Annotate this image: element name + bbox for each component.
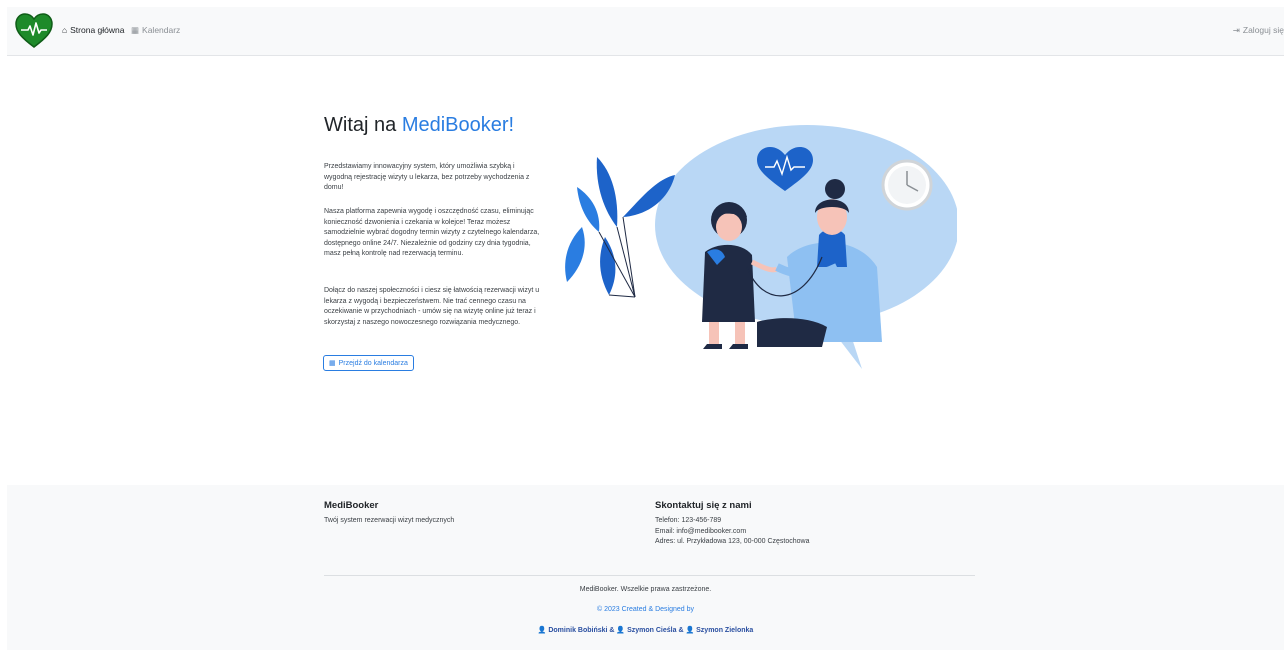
footer-rights: MediBooker. Wszelkie prawa zastrzeżone. (579, 586, 712, 593)
hero-paragraph-3: Dołącz do naszej społeczności i ciesz si… (324, 287, 540, 326)
footer-brand-column: MediBooker Twój system rezerwacji wizyt … (324, 500, 454, 527)
heart-pulse-logo-icon[interactable] (14, 11, 54, 51)
footer: MediBooker Twój system rezerwacji wizyt … (7, 485, 1284, 650)
nav-login-label: Zaloguj się (1242, 25, 1284, 35)
footer-contact-title: Skontaktuj się z nami (655, 500, 752, 511)
doctor-patient-illustration (565, 125, 957, 369)
person-icon: 👤 (685, 627, 695, 634)
nav-home-label: Strona główna (70, 25, 125, 35)
footer-tagline: Twój system rezerwacji wizyt medycznych (324, 517, 455, 524)
go-to-calendar-label: Przejdź do kalendarza (338, 359, 408, 367)
person-icon: 👤 (616, 627, 626, 634)
author-link-3[interactable]: Szymon Zielonka (696, 627, 753, 634)
hero-paragraph-2: Nasza platforma zapewnia wygodę i oszczę… (324, 208, 540, 257)
footer-phone: Telefon: 123-456-789 (655, 517, 722, 524)
author-link-2[interactable]: Szymon Cieśla (627, 627, 676, 634)
navbar: ⌂ Strona główna ▦ Kalendarz ⇥ Zaloguj si… (7, 7, 1284, 56)
nav-calendar-label: Kalendarz (142, 25, 181, 35)
footer-credit: © 2023 Created & Designed by (597, 606, 694, 613)
hero-paragraph-1: Przedstawiamy innowacyjny system, który … (324, 163, 530, 191)
nav-login-link[interactable]: ⇥ Zaloguj się (1233, 25, 1284, 35)
nav-calendar-link[interactable]: ▦ Kalendarz (131, 25, 180, 35)
footer-divider (324, 575, 975, 576)
footer-brand: MediBooker (324, 500, 379, 511)
page: ⌂ Strona główna ▦ Kalendarz ⇥ Zaloguj si… (7, 7, 1284, 650)
footer-email: Email: info@medibooker.com (655, 527, 747, 535)
footer-contact-column: Skontaktuj się z nami Telefon: 123-456-7… (655, 500, 809, 548)
calendar-icon: ▦ (329, 360, 336, 367)
home-icon: ⌂ (62, 24, 68, 35)
go-to-calendar-button[interactable]: ▦ Przejdź do kalendarza (323, 355, 414, 371)
person-icon: 👤 (537, 627, 547, 634)
login-icon: ⇥ (1232, 24, 1240, 35)
hero-title-prefix: Witaj na (324, 114, 402, 136)
author-link-1[interactable]: Dominik Bobiński (548, 627, 607, 634)
footer-authors: 👤 Dominik Bobiński & 👤 Szymon Cieśla & 👤… (7, 626, 1284, 634)
calendar-icon: ▦ (131, 24, 140, 35)
nav-home-link[interactable]: ⌂ Strona główna (62, 25, 124, 35)
hero-title-brand: MediBooker! (401, 114, 515, 136)
hero-title: Witaj na MediBooker! (324, 114, 514, 137)
footer-address: Adres: ul. Przykładowa 123, 00-000 Częst… (655, 538, 810, 545)
